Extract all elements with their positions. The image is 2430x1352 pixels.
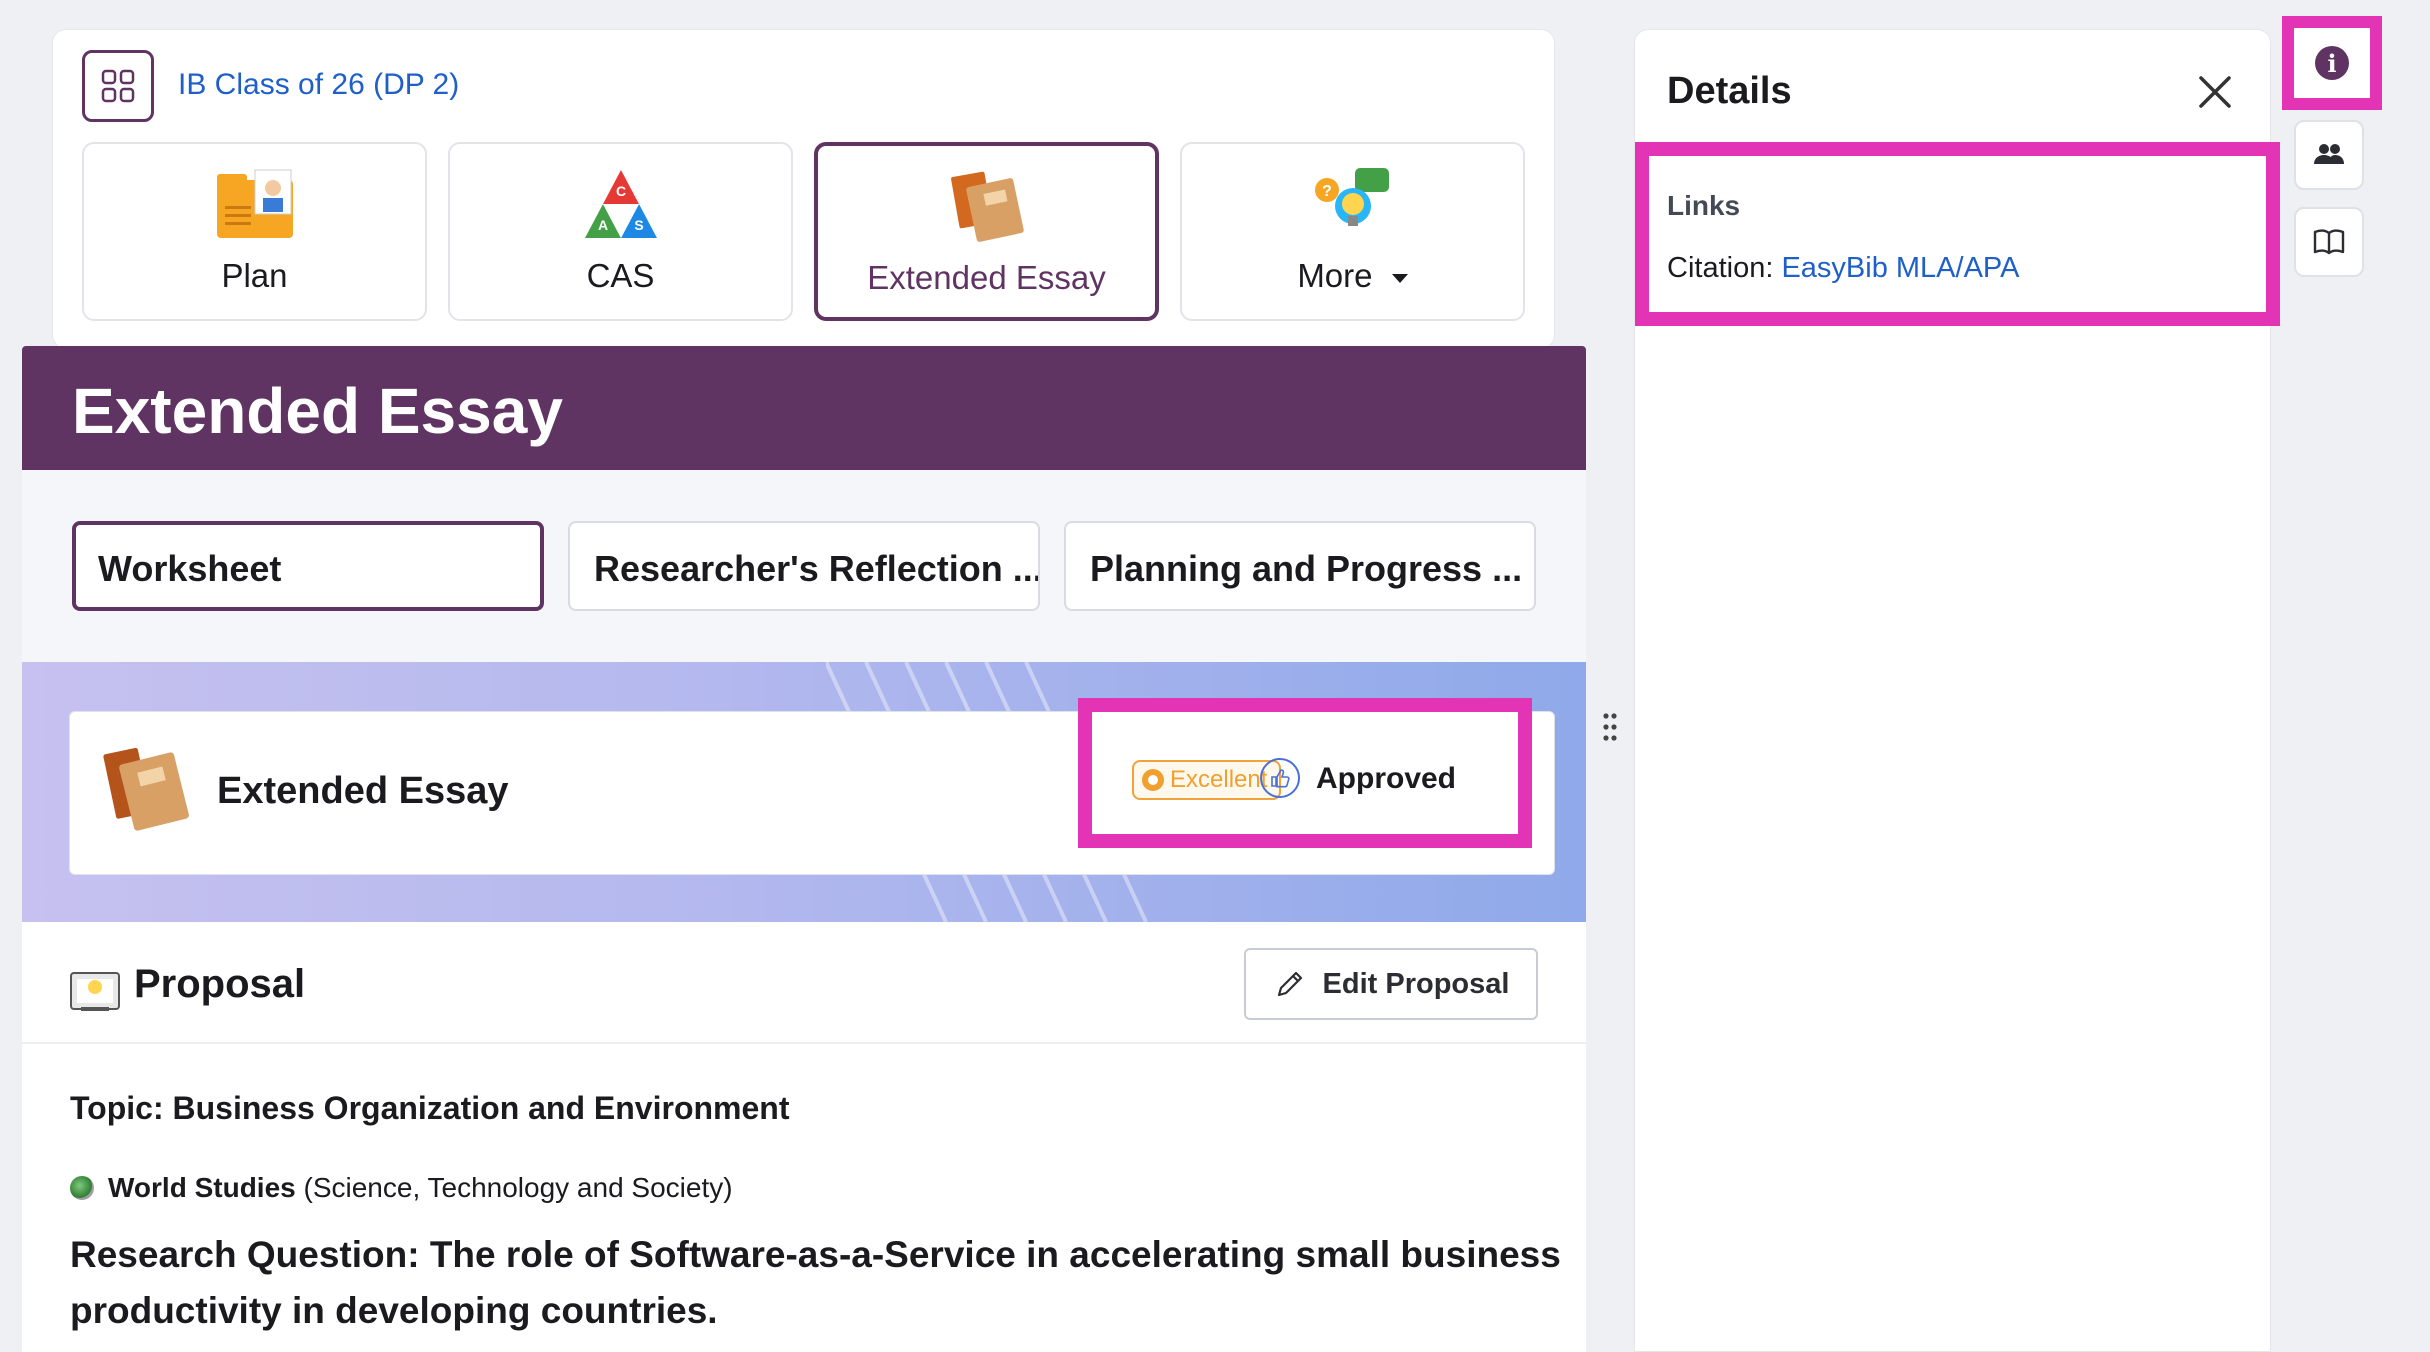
research-question: Research Question: The role of Software-…	[70, 1234, 1561, 1331]
tab-worksheet[interactable]: Worksheet	[72, 521, 544, 611]
grade-badge: Excellent	[1132, 760, 1282, 800]
book-button[interactable]	[2294, 207, 2364, 277]
people-button[interactable]	[2294, 120, 2364, 190]
tile-cas[interactable]: C A S CAS	[448, 142, 793, 321]
subject-detail: (Science, Technology and Society)	[303, 1172, 733, 1203]
tab-planning-progress[interactable]: Planning and Progress ...	[1064, 521, 1536, 611]
details-panel: Details Links Citation: EasyBib MLA/APA	[1634, 29, 2280, 1352]
cas-letter-a: A	[597, 217, 607, 233]
proposal-title: Proposal	[134, 962, 306, 1006]
cas-triangle-icon: C A S	[584, 170, 657, 238]
tile-plan[interactable]: Plan	[82, 142, 427, 321]
tile-plan-label: Plan	[221, 257, 288, 294]
tile-more[interactable]: ? More	[1180, 142, 1525, 321]
tile-cas-label: CAS	[586, 257, 655, 294]
chevron-down-icon	[1391, 273, 1408, 283]
people-icon	[2314, 144, 2344, 164]
status-highlight-box: Excellent Approved	[1078, 698, 1532, 848]
tile-extended-essay[interactable]: Extended Essay	[814, 142, 1159, 321]
extended-essay-card-title: Extended Essay	[217, 770, 509, 812]
edit-proposal-button[interactable]: Edit Proposal	[1244, 948, 1538, 1020]
edit-proposal-label: Edit Proposal	[1322, 967, 1510, 1000]
page-banner: Extended Essay	[22, 346, 1586, 470]
tile-more-label: More	[1182, 257, 1523, 295]
citation-link[interactable]: EasyBib MLA/APA	[1781, 252, 2019, 284]
proposal-board-icon	[70, 972, 120, 1011]
citation-row: Citation: EasyBib MLA/APA	[1667, 252, 2019, 285]
tile-extended-essay-label: Extended Essay	[867, 259, 1106, 296]
extended-essay-books-icon	[103, 747, 189, 831]
proposal-subject: World Studies (Science, Technology and S…	[70, 1172, 733, 1204]
subject-name: World Studies	[108, 1172, 296, 1203]
links-highlight-box: Links Citation: EasyBib MLA/APA	[1635, 142, 2280, 326]
tile-more-text: More	[1297, 257, 1373, 294]
extended-essay-books-icon	[950, 171, 1024, 242]
thumbs-up-icon	[1260, 758, 1300, 798]
plan-folder-icon	[216, 169, 293, 238]
details-title: Details	[1667, 70, 1792, 112]
grade-badge-label: Excellent	[1170, 766, 1268, 793]
medal-icon	[1142, 769, 1164, 791]
proposal-section: Proposal Edit Proposal Topic: Business O…	[22, 922, 1586, 1352]
more-lightbulb-icon: ?	[1314, 168, 1389, 226]
worksheet-tabs-bar: Worksheet Researcher's Reflection ... Pl…	[22, 470, 1586, 662]
proposal-header: Proposal Edit Proposal	[22, 922, 1586, 1044]
close-icon[interactable]	[2195, 72, 2235, 112]
proposal-topic: Topic: Business Organization and Environ…	[70, 1090, 790, 1126]
globe-icon	[70, 1176, 94, 1200]
class-menu-button[interactable]	[82, 50, 154, 122]
page-title: Extended Essay	[72, 375, 563, 447]
status-strip: Extended Essay Excellent Approved	[22, 662, 1586, 922]
citation-label: Citation:	[1667, 252, 1774, 284]
info-button[interactable]: i	[2282, 16, 2382, 110]
cas-letter-c: C	[615, 183, 625, 199]
links-label: Links	[1667, 190, 1741, 221]
approval-status: Approved	[1316, 762, 1457, 795]
book-icon	[2313, 229, 2345, 255]
pencil-icon	[1277, 971, 1302, 997]
svg-text:?: ?	[1322, 183, 1332, 200]
cas-letter-s: S	[634, 217, 643, 233]
info-icon: i	[2315, 46, 2349, 80]
panel-resize-handle[interactable]	[1602, 712, 1618, 742]
tab-researchers-reflection[interactable]: Researcher's Reflection ...	[568, 521, 1040, 611]
grid-icon	[101, 69, 135, 103]
class-selector-link[interactable]: IB Class of 26 (DP 2)	[178, 68, 459, 102]
